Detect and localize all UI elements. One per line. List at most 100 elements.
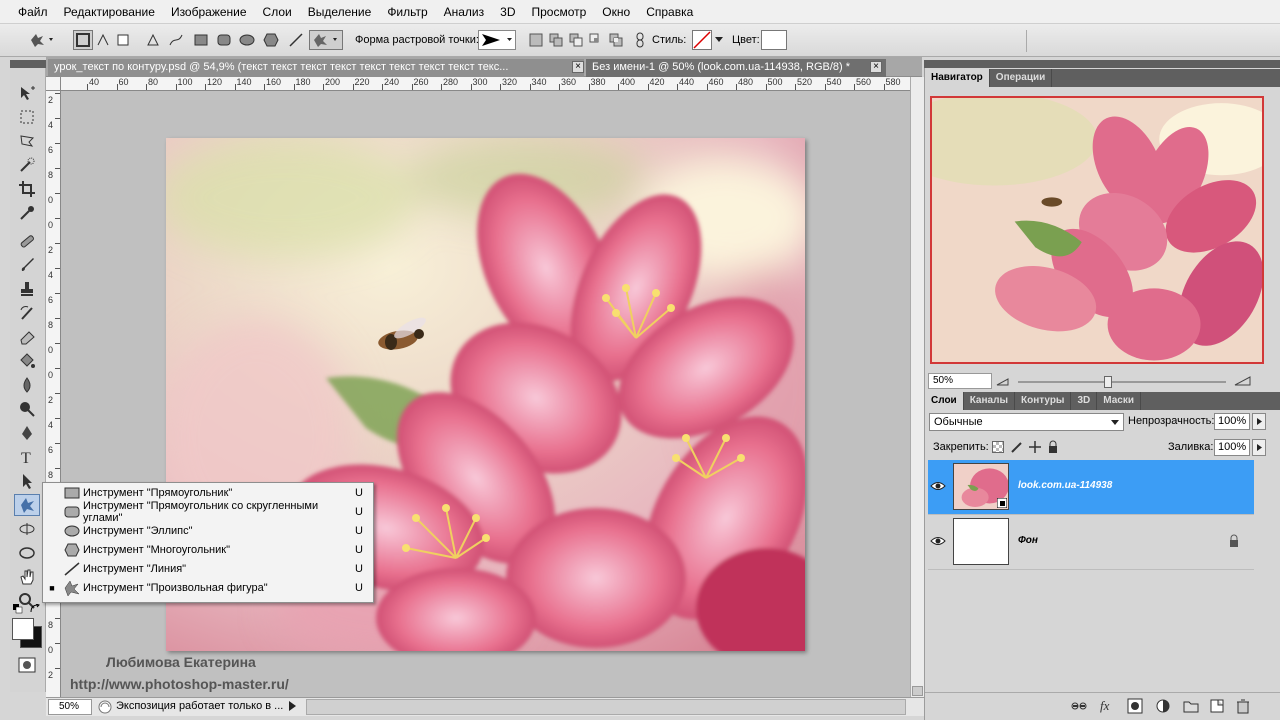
flyout-polygon-tool[interactable]: Инструмент "Многоугольник" U: [43, 540, 373, 559]
navigator-zoom-field[interactable]: 50%: [928, 373, 992, 389]
hand-tool[interactable]: [14, 566, 40, 588]
move-tool[interactable]: [14, 82, 40, 104]
tab-untitled-document[interactable]: Без имени-1 @ 50% (look.com.ua-114938, R…: [586, 59, 886, 77]
type-tool[interactable]: T: [14, 446, 40, 468]
navigator-preview[interactable]: [930, 96, 1264, 364]
dodge-tool[interactable]: [14, 398, 40, 420]
eraser-tool[interactable]: [14, 326, 40, 348]
fill-slider-button[interactable]: [1252, 439, 1266, 456]
new-layer-icon[interactable]: [1209, 698, 1225, 714]
swap-colors-icon[interactable]: [30, 603, 40, 614]
line-shape-button[interactable]: [286, 30, 306, 50]
tab-untitled-close[interactable]: ×: [864, 59, 884, 77]
tab-masks[interactable]: Маски: [1097, 392, 1141, 410]
layer-style-icon[interactable]: fx: [1099, 697, 1115, 713]
adjustment-layer-icon[interactable]: [1155, 698, 1171, 714]
menu-image[interactable]: Изображение: [163, 5, 255, 19]
custom-shape-tool[interactable]: [14, 494, 40, 516]
lock-all-icon[interactable]: [1046, 440, 1060, 454]
layer-row-background[interactable]: Фон: [928, 515, 1254, 570]
tab-paths[interactable]: Контуры: [1015, 392, 1072, 410]
menu-window[interactable]: Окно: [594, 5, 638, 19]
opacity-field[interactable]: 100%: [1214, 413, 1250, 430]
scroll-down-arrow[interactable]: [912, 686, 923, 696]
default-colors-icon[interactable]: [13, 604, 23, 614]
pen-tool[interactable]: [14, 422, 40, 444]
path-selection-tool[interactable]: [14, 470, 40, 492]
zoom-field[interactable]: 50%: [48, 699, 92, 715]
new-group-icon[interactable]: [1183, 698, 1199, 714]
new-shape-layer-button[interactable]: [526, 30, 546, 50]
menu-view[interactable]: Просмотр: [523, 5, 594, 19]
flyout-rounded-rectangle-tool[interactable]: Инструмент "Прямоугольник со скругленным…: [43, 500, 373, 524]
tab-channels[interactable]: Каналы: [964, 392, 1015, 410]
navigator-zoom-slider[interactable]: [1018, 381, 1226, 383]
menu-analysis[interactable]: Анализ: [436, 5, 493, 19]
ellipse-shape-button[interactable]: [237, 30, 257, 50]
menu-select[interactable]: Выделение: [300, 5, 380, 19]
quick-mask-button[interactable]: [14, 654, 40, 676]
horizontal-ruler[interactable]: 40 60 80 100 120 140 160 180 200 220 240 260 280 300 3…: [61, 77, 910, 91]
menu-3d[interactable]: 3D: [492, 5, 523, 19]
menu-filter[interactable]: Фильтр: [379, 5, 435, 19]
layer-row-photo[interactable]: look.com.ua-114938: [928, 460, 1254, 515]
menu-edit[interactable]: Редактирование: [56, 5, 163, 19]
custom-shape-button[interactable]: [309, 30, 343, 50]
color-swatch[interactable]: [761, 30, 787, 50]
horizontal-scrollbar[interactable]: [306, 699, 906, 715]
link-layers-icon[interactable]: [1071, 698, 1087, 714]
tab-lesson-close[interactable]: ×: [566, 59, 584, 77]
status-menu-arrow[interactable]: [289, 701, 299, 713]
zoom-out-icon[interactable]: [996, 375, 1010, 387]
add-mask-icon[interactable]: [1127, 698, 1143, 714]
rounded-rectangle-shape-button[interactable]: [214, 30, 234, 50]
fill-pixels-button[interactable]: [113, 30, 133, 50]
style-picker[interactable]: [692, 30, 712, 50]
subtract-shape-button[interactable]: [566, 30, 586, 50]
blur-tool[interactable]: [14, 374, 40, 396]
tab-actions[interactable]: Операции: [990, 69, 1053, 87]
foreground-color-swatch[interactable]: [12, 618, 34, 640]
tab-3d[interactable]: 3D: [1071, 392, 1098, 410]
style-dropdown[interactable]: [712, 30, 726, 50]
tab-navigator[interactable]: Навигатор: [925, 69, 990, 87]
tool-preset-picker[interactable]: [22, 30, 62, 50]
zoom-in-icon[interactable]: [1234, 375, 1252, 387]
lock-pixels-icon[interactable]: [1010, 440, 1024, 454]
polygon-shape-button[interactable]: [261, 30, 281, 50]
clone-stamp-tool[interactable]: [14, 278, 40, 300]
brush-tool[interactable]: [14, 254, 40, 276]
link-layer-style-button[interactable]: [630, 30, 650, 50]
menu-file[interactable]: Файл: [10, 5, 56, 19]
visibility-eye-icon[interactable]: [930, 533, 946, 549]
canvas-vertical-scrollbar[interactable]: [910, 77, 924, 697]
tab-layers[interactable]: Слои: [925, 392, 964, 410]
exclude-shape-button[interactable]: [606, 30, 626, 50]
3d-rotate-tool[interactable]: [14, 518, 40, 540]
eyedropper-tool[interactable]: [14, 202, 40, 224]
flyout-line-tool[interactable]: Инструмент "Линия" U: [43, 559, 373, 578]
freeform-pen-button[interactable]: [166, 30, 186, 50]
lock-position-icon[interactable]: [1028, 440, 1042, 454]
menu-help[interactable]: Справка: [638, 5, 701, 19]
zoom-slider-thumb[interactable]: [1104, 376, 1112, 388]
marquee-tool[interactable]: [14, 106, 40, 128]
status-info-icon[interactable]: [98, 700, 112, 714]
opacity-slider-button[interactable]: [1252, 413, 1266, 430]
3d-orbit-tool[interactable]: [14, 542, 40, 564]
delete-layer-icon[interactable]: [1235, 698, 1251, 714]
tab-lesson-document[interactable]: урок_текст по контуру.psd @ 54,9% (текст…: [48, 59, 582, 77]
history-brush-tool[interactable]: [14, 302, 40, 324]
paint-bucket-tool[interactable]: [14, 350, 40, 372]
crop-tool[interactable]: [14, 178, 40, 200]
add-to-shape-button[interactable]: [546, 30, 566, 50]
quick-selection-tool[interactable]: [14, 154, 40, 176]
shape-layers-button[interactable]: [73, 30, 93, 50]
lasso-tool[interactable]: [14, 130, 40, 152]
vertical-ruler[interactable]: 246800246800246800246802: [46, 91, 61, 697]
menu-layers[interactable]: Слои: [255, 5, 300, 19]
pen-button[interactable]: [143, 30, 163, 50]
intersect-shape-button[interactable]: [586, 30, 606, 50]
paths-button[interactable]: [93, 30, 113, 50]
fill-field[interactable]: 100%: [1214, 439, 1250, 456]
